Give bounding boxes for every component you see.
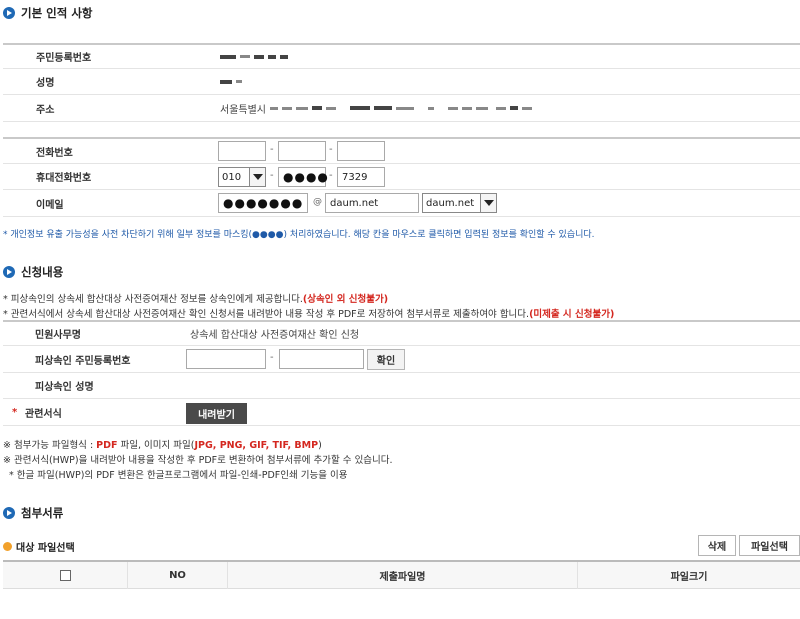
phone-part2-input[interactable] <box>278 141 326 161</box>
email-domain-select[interactable]: daum.net <box>422 193 497 213</box>
section-title-attach: 첨부서류 <box>3 505 63 521</box>
hwp-note: ※ 관련서식(HWP)을 내려받아 내용을 작성한 후 PDF로 변환하여 첨부… <box>3 455 393 466</box>
file-type-note: ※ 첨부가능 파일형식 : PDF 파일, 이미지 파일(JPG, PNG, G… <box>3 440 322 451</box>
row-phone: 전화번호 <box>3 137 800 164</box>
pdf-convert-note: * 한글 파일(HWP)의 PDF 변환은 한글프로그램에서 파일-인쇄-PDF… <box>9 470 348 481</box>
arrow-circle-icon <box>3 266 15 278</box>
row-mobile: 휴대전화번호 <box>3 164 800 190</box>
rrn-masked <box>220 54 292 59</box>
circle-icon <box>3 542 12 551</box>
mobile-middle-input[interactable]: ●●●● <box>278 167 328 187</box>
section-title-request: 신청내용 <box>3 264 63 280</box>
mobile-prefix-select[interactable]: 010 <box>218 167 266 187</box>
required-mark: * <box>12 406 18 418</box>
row-decedent-name: 피상속인 성명 <box>3 373 800 399</box>
arrow-circle-icon <box>3 507 15 519</box>
request-note-2: * 관련서식에서 상속세 합산대상 사전증여재산 확인 신청서를 내려받아 내용… <box>3 309 615 320</box>
file-table-header: NO 제출파일명 파일크기 <box>3 560 800 589</box>
row-service: 민원사무명 상속세 합산대상 사전증여재산 확인 신청 <box>3 320 800 346</box>
phone-part1-input[interactable] <box>218 141 266 161</box>
select-all-checkbox[interactable] <box>59 570 71 581</box>
row-rrn: 주민등록번호 <box>3 43 800 69</box>
row-address: 주소 서울특별시 <box>3 95 800 122</box>
file-select-subtitle: 대상 파일선택 <box>3 539 75 554</box>
phone-part3-input[interactable] <box>337 141 385 161</box>
download-button[interactable]: 내려받기 <box>186 403 247 424</box>
address-masked: 서울특별시 <box>220 101 536 116</box>
name-masked <box>220 79 246 84</box>
section-title-basic: 기본 인적 사항 <box>3 5 93 21</box>
arrow-circle-icon <box>3 7 15 19</box>
confirm-button[interactable]: 확인 <box>367 349 405 370</box>
masking-notice: * 개인정보 유출 가능성을 사전 차단하기 위해 일부 정보를 마스킹(●●●… <box>3 230 595 240</box>
chevron-down-icon <box>480 194 496 212</box>
row-name: 성명 <box>3 69 800 95</box>
decedent-rrn-back-input[interactable] <box>279 349 364 369</box>
file-select-button[interactable]: 파일선택 <box>739 535 800 556</box>
delete-button[interactable]: 삭제 <box>698 535 736 556</box>
email-domain-input[interactable]: daum.net <box>325 193 419 213</box>
mobile-last-input[interactable]: 7329 <box>337 167 385 187</box>
email-user-input[interactable]: ●●●●●●● <box>218 193 308 213</box>
decedent-rrn-front-input[interactable] <box>186 349 266 369</box>
request-note-1: * 피상속인의 상속세 합산대상 사전증여재산 정보를 상속인에게 제공합니다.… <box>3 294 389 305</box>
row-forms: * 관련서식 <box>3 399 800 426</box>
chevron-down-icon <box>249 168 265 186</box>
